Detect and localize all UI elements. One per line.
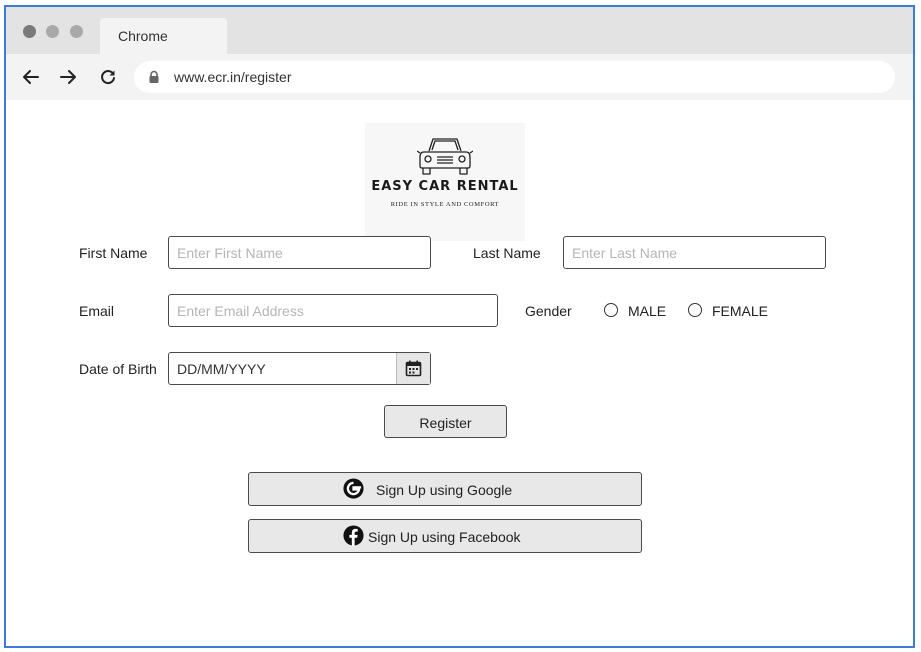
window-minimize-dot[interactable] — [46, 25, 59, 38]
car-icon — [417, 138, 473, 175]
company-logo: EASY CAR RENTAL RIDE IN STYLE AND COMFOR… — [365, 123, 525, 241]
calendar-button[interactable] — [396, 353, 430, 384]
facebook-signup-label: Sign Up using Facebook — [368, 529, 521, 545]
first-name-placeholder: Enter First Name — [177, 245, 283, 261]
forward-arrow-icon[interactable] — [58, 67, 78, 87]
reload-icon[interactable] — [98, 67, 118, 87]
logo-title: EASY CAR RENTAL — [371, 179, 519, 194]
address-bar[interactable]: www.ecr.in/register — [134, 61, 895, 93]
dob-input[interactable]: DD/MM/YYYY — [168, 352, 431, 385]
google-icon — [343, 478, 364, 499]
dob-value: DD/MM/YYYY — [177, 361, 266, 377]
first-name-label: First Name — [79, 245, 148, 261]
last-name-input[interactable]: Enter Last Name — [563, 236, 826, 269]
back-arrow-icon[interactable] — [21, 67, 41, 87]
first-name-input[interactable]: Enter First Name — [168, 236, 431, 269]
browser-window: Chrome www.ecr.in/register EASY CAR RENT… — [4, 5, 915, 648]
navigation-bar: www.ecr.in/register — [6, 54, 913, 100]
email-input[interactable]: Enter Email Address — [168, 294, 498, 327]
gender-label: Gender — [525, 303, 572, 319]
facebook-icon — [343, 525, 364, 546]
last-name-label: Last Name — [473, 245, 541, 261]
url-text: www.ecr.in/register — [174, 69, 292, 85]
gender-female-radio[interactable] — [688, 303, 702, 317]
tab-bar: Chrome — [6, 7, 913, 54]
tab-title: Chrome — [118, 28, 168, 44]
gender-male-label[interactable]: MALE — [628, 303, 666, 319]
gender-male-radio[interactable] — [604, 303, 618, 317]
logo-tagline: RIDE IN STYLE AND COMFORT — [390, 201, 500, 208]
last-name-placeholder: Enter Last Name — [572, 245, 678, 261]
google-signup-button[interactable]: Sign Up using Google — [248, 472, 642, 506]
window-maximize-dot[interactable] — [70, 25, 83, 38]
google-signup-label: Sign Up using Google — [376, 482, 513, 498]
email-placeholder: Enter Email Address — [177, 303, 304, 319]
gender-female-label[interactable]: FEMALE — [712, 303, 768, 319]
calendar-icon — [405, 360, 422, 377]
email-label: Email — [79, 303, 115, 319]
window-close-dot[interactable] — [23, 25, 36, 38]
facebook-signup-button[interactable]: Sign Up using Facebook — [248, 519, 642, 553]
lock-icon — [149, 70, 159, 83]
dob-label: Date of Birth — [79, 361, 157, 377]
browser-tab[interactable]: Chrome — [100, 18, 227, 54]
register-button-label: Register — [419, 415, 472, 431]
register-button[interactable]: Register — [384, 405, 507, 438]
